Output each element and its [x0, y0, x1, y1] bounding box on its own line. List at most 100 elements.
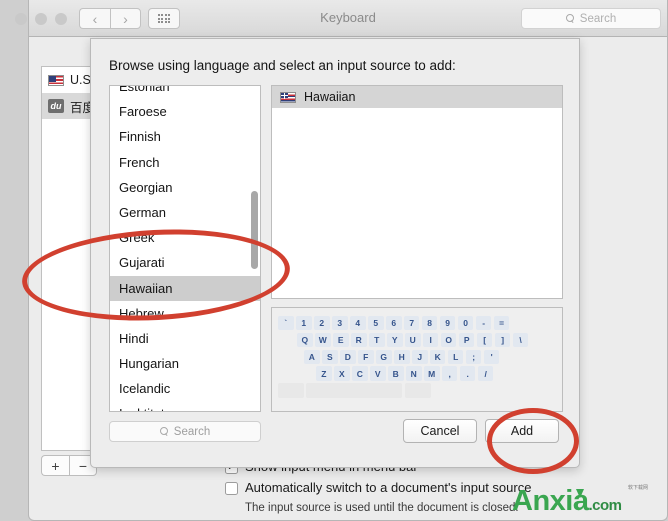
input-source-label: Hawaiian [304, 90, 356, 104]
watermark-subtitle: 软下载网 [628, 485, 649, 491]
watermark-logo: Anxia .com [512, 487, 622, 516]
keyboard-key: H [393, 349, 410, 364]
language-list-item[interactable]: French [110, 150, 260, 175]
sheet-instruction-text: Browse using language and select an inpu… [109, 58, 456, 73]
language-list-item[interactable]: Hawaiian [110, 275, 260, 301]
keyboard-key: L [447, 349, 464, 364]
keyboard-key: [ [476, 332, 493, 348]
language-list-item[interactable]: Georgian [110, 175, 260, 200]
keyboard-key: ' [483, 349, 500, 364]
keyboard-preview-row [278, 383, 556, 398]
keyboard-key: R [350, 332, 367, 348]
language-list-scrollbar[interactable] [251, 191, 258, 269]
keyboard-key: G [375, 349, 392, 364]
us-flag-icon [48, 74, 64, 86]
keyboard-key: , [441, 366, 458, 381]
keyboard-preview-row: A S D F G H J K L; ' [278, 349, 556, 364]
search-icon [565, 14, 575, 23]
cancel-button[interactable]: Cancel [403, 419, 477, 443]
keyboard-preview-rows: ` 1 2 3 4 5 6 7 8 9 0- = Q W E R T Y U I O P[] \ A S D F G H J K L; ' Z X C… [272, 308, 562, 398]
keyboard-key: . [459, 366, 476, 381]
add-button[interactable]: Add [485, 419, 559, 443]
keyboard-key: 5 [367, 316, 384, 331]
auto-switch-checkbox[interactable] [225, 482, 238, 495]
keyboard-key: 4 [349, 316, 366, 331]
keyboard-key: 1 [295, 316, 312, 331]
keyboard-key: J [411, 349, 428, 364]
auto-switch-label: Automatically switch to a document's inp… [245, 480, 532, 495]
language-list[interactable]: Estonian Faroese Finnish French Georgian Germ… [109, 85, 261, 412]
keyboard-key-modifier [404, 383, 431, 398]
keyboard-key: Z [316, 366, 332, 381]
language-list-item[interactable]: Gujarati [110, 250, 260, 275]
language-list-item[interactable]: Faroese [110, 99, 260, 124]
keyboard-key: E [332, 332, 349, 348]
list-item[interactable]: Hawaiian [272, 86, 562, 108]
language-list-item[interactable]: Inuktitut [110, 401, 260, 411]
keyboard-key: W [314, 332, 331, 348]
keyboard-key: C [351, 366, 368, 381]
language-list-item[interactable]: German [110, 200, 260, 225]
keyboard-key: 2 [313, 316, 330, 331]
sheet-search-placeholder: Search [173, 425, 211, 438]
keyboard-key: D [339, 349, 356, 364]
language-list-item[interactable]: Finnish [110, 124, 260, 149]
keyboard-key: = [493, 316, 510, 331]
keyboard-key: I [422, 332, 439, 348]
keyboard-key: \ [512, 332, 529, 348]
auto-switch-row[interactable]: Automatically switch to a document's inp… [225, 480, 531, 501]
language-list-item[interactable]: Hungarian [110, 351, 260, 376]
keyboard-preview-row: Z X C V B N M,. / [278, 366, 556, 381]
keyboard-key: ` [278, 316, 294, 331]
window-titlebar: ‹ › Keyboard Search [15, 0, 667, 37]
screenshot-root: ‹ › Keyboard Search U.S. du 百度 + − ✓ Aut… [0, 0, 668, 521]
keyboard-key: B [387, 366, 404, 381]
window-search-input[interactable]: Search [521, 8, 661, 29]
language-list-item[interactable]: Hindi [110, 326, 260, 351]
keyboard-layout-preview: ` 1 2 3 4 5 6 7 8 9 0- = Q W E R T Y U I O P[] \ A S D F G H J K L; ' Z X C… [271, 307, 563, 412]
auto-switch-sublabel: The input source is used until the docum… [245, 502, 519, 514]
sheet-input-source-list[interactable]: Hawaiian [271, 85, 563, 299]
keyboard-key: O [440, 332, 457, 348]
search-icon [159, 427, 169, 436]
keyboard-key: S [321, 349, 338, 364]
keyboard-key: 7 [403, 316, 420, 331]
keyboard-key-space [306, 383, 403, 398]
language-list-item[interactable]: Icelandic [110, 376, 260, 401]
keyboard-key: 8 [421, 316, 438, 331]
sheet-search-input[interactable]: Search [109, 421, 261, 442]
language-list-item[interactable]: Estonian [110, 86, 260, 99]
keyboard-key: 6 [385, 316, 402, 331]
keyboard-key: K [429, 349, 446, 364]
add-remove-source-buttons[interactable]: + − [41, 455, 97, 476]
keyboard-key: N [405, 366, 422, 381]
keyboard-key: ; [465, 349, 482, 364]
keyboard-key: ] [494, 332, 511, 348]
keyboard-key: M [423, 366, 440, 381]
language-list-item[interactable]: Hebrew [110, 301, 260, 326]
keyboard-key: F [357, 349, 374, 364]
language-list-item[interactable]: Greek [110, 225, 260, 250]
watermark-arrow-icon [576, 489, 584, 498]
add-source-button[interactable]: + [41, 455, 69, 476]
keyboard-key: / [477, 366, 494, 381]
keyboard-key: 0 [457, 316, 474, 331]
keyboard-key: X [333, 366, 350, 381]
keyboard-key: 9 [439, 316, 456, 331]
keyboard-key: 3 [331, 316, 348, 331]
keyboard-preview-row: ` 1 2 3 4 5 6 7 8 9 0- = [278, 316, 556, 331]
keyboard-key: P [458, 332, 475, 348]
hawaii-flag-icon [280, 91, 296, 103]
keyboard-key-modifier [278, 383, 304, 398]
keyboard-preview-row: Q W E R T Y U I O P[] \ [278, 332, 556, 348]
close-window-icon[interactable] [15, 13, 27, 25]
keyboard-key: Y [386, 332, 403, 348]
window-search-placeholder: Search [579, 12, 617, 25]
keyboard-key: - [475, 316, 492, 331]
baidu-badge-icon: du [48, 99, 64, 113]
watermark-tld: .com [588, 497, 622, 514]
language-list-rows: Estonian Faroese Finnish French Georgian Germ… [110, 86, 260, 411]
keyboard-key: U [404, 332, 421, 348]
keyboard-key: T [368, 332, 385, 348]
keyboard-key: V [369, 366, 386, 381]
